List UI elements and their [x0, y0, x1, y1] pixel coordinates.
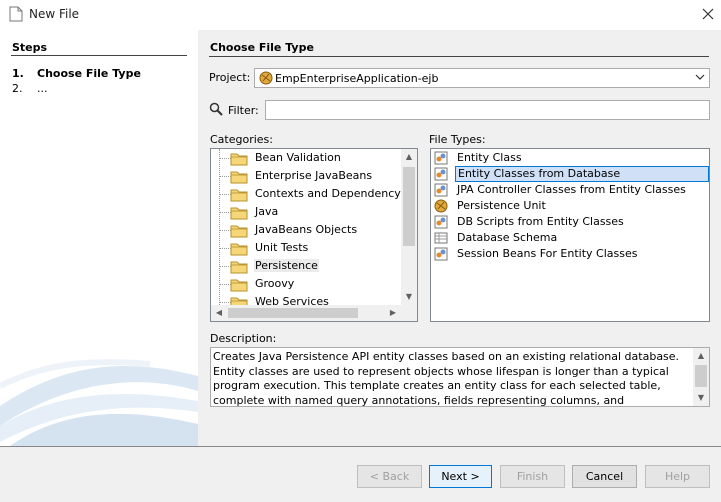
search-icon	[209, 102, 223, 119]
scroll-up-icon[interactable]: ▲	[401, 149, 417, 165]
scrollbar-thumb[interactable]	[403, 167, 415, 246]
divider	[11, 55, 187, 56]
scroll-left-icon[interactable]: ◀	[211, 305, 227, 321]
ejb-project-icon	[259, 71, 273, 88]
step-number: 1.	[12, 67, 24, 80]
cancel-button[interactable]: Cancel	[572, 465, 637, 488]
close-button[interactable]	[695, 0, 721, 28]
file-type-label: JPA Controller Classes from Entity Class…	[457, 183, 686, 196]
filter-label: Filter:	[228, 104, 259, 117]
description-label: Description:	[210, 332, 277, 345]
steps-panel: Steps 1. Choose File Type 2....	[0, 30, 198, 446]
category-label: Java	[255, 205, 279, 218]
step-label: Choose File Type	[37, 67, 141, 80]
categories-horizontal-scrollbar[interactable]: ◀ ▶	[211, 305, 401, 321]
project-label: Project:	[209, 71, 251, 84]
file-type-item[interactable]: Entity Class	[432, 150, 709, 166]
category-item[interactable]: Contexts and Dependency Inj	[211, 185, 417, 203]
window-title: New File	[29, 7, 80, 21]
steps-header: Steps	[12, 41, 48, 54]
next-button[interactable]: Next >	[429, 465, 492, 488]
finish-button[interactable]: Finish	[500, 465, 565, 488]
category-item[interactable]: JavaBeans Objects	[211, 221, 399, 239]
file-type-item[interactable]: Database Schema	[432, 230, 709, 246]
category-label: Bean Validation	[255, 151, 341, 164]
project-combobox[interactable]: EmpEnterpriseApplication-ejb	[254, 68, 710, 88]
file-type-item[interactable]: Persistence Unit	[432, 198, 709, 214]
category-item[interactable]: Enterprise JavaBeans	[211, 167, 399, 185]
section-title: Choose File Type	[210, 41, 314, 54]
title-bar: New File	[0, 0, 721, 30]
step-item: 1. Choose File Type	[12, 67, 141, 80]
category-item[interactable]: Bean Validation	[211, 149, 399, 167]
scrollbar-corner	[401, 305, 417, 321]
back-button[interactable]: < Back	[357, 465, 422, 488]
file-type-item[interactable]: JPA Controller Classes from Entity Class…	[432, 182, 709, 198]
category-label: Unit Tests	[255, 241, 309, 254]
file-types-label: File Types:	[429, 133, 486, 146]
categories-vertical-scrollbar[interactable]: ▲ ▼	[401, 149, 417, 305]
file-type-label: Entity Classes from Database	[455, 166, 709, 182]
category-item[interactable]: Groovy	[211, 275, 399, 293]
filter-input[interactable]	[265, 100, 710, 120]
scroll-down-icon[interactable]: ▼	[693, 390, 709, 406]
divider	[0, 446, 721, 447]
file-type-label: Database Schema	[457, 231, 558, 244]
scrollbar-thumb[interactable]	[228, 308, 358, 318]
scroll-down-icon[interactable]: ▼	[401, 289, 417, 305]
new-file-icon	[9, 6, 23, 22]
description-vertical-scrollbar[interactable]: ▲ ▼	[693, 348, 709, 406]
scroll-up-icon[interactable]: ▲	[693, 348, 709, 364]
step-label: ...	[37, 82, 48, 95]
description-text: Creates Java Persistence API entity clas…	[213, 350, 680, 407]
scrollbar-thumb[interactable]	[695, 365, 707, 387]
file-type-label: DB Scripts from Entity Classes	[457, 215, 624, 228]
project-value: EmpEnterpriseApplication-ejb	[275, 72, 439, 85]
category-label: Contexts and Dependency Inj	[255, 187, 418, 200]
close-icon	[702, 8, 714, 20]
file-type-label: Session Beans For Entity Classes	[457, 247, 638, 260]
category-item[interactable]: Unit Tests	[211, 239, 399, 257]
categories-label: Categories:	[210, 133, 273, 146]
category-label: Persistence	[254, 259, 319, 272]
entity-class-icon	[434, 247, 448, 264]
help-button[interactable]: Help	[645, 465, 710, 488]
categories-tree[interactable]: Bean Validation Enterprise JavaBeans Conte…	[210, 148, 418, 322]
chevron-down-icon[interactable]	[695, 72, 705, 85]
divider	[209, 56, 709, 57]
file-type-item[interactable]: Session Beans For Entity Classes	[432, 246, 709, 262]
file-type-item[interactable]: Entity Classes from Database	[432, 166, 709, 182]
description-box[interactable]: Creates Java Persistence API entity clas…	[210, 347, 710, 407]
scroll-right-icon[interactable]: ▶	[385, 305, 401, 321]
file-type-label: Entity Class	[457, 151, 522, 164]
category-label: Groovy	[255, 277, 295, 290]
category-item[interactable]: Java	[211, 203, 399, 221]
main-panel: Choose File Type Project: EmpEnterpriseA…	[198, 30, 721, 446]
category-item[interactable]: Persistence	[211, 257, 399, 275]
file-type-label: Persistence Unit	[457, 199, 546, 212]
step-item: 2....	[12, 82, 48, 95]
category-label: Enterprise JavaBeans	[255, 169, 373, 182]
category-label: JavaBeans Objects	[255, 223, 358, 236]
step-number: 2.	[12, 82, 23, 95]
file-types-list[interactable]: Entity Class Entity Classes from Database…	[430, 148, 710, 322]
decorative-swoosh-graphic	[0, 359, 198, 446]
file-type-item[interactable]: DB Scripts from Entity Classes	[432, 214, 709, 230]
